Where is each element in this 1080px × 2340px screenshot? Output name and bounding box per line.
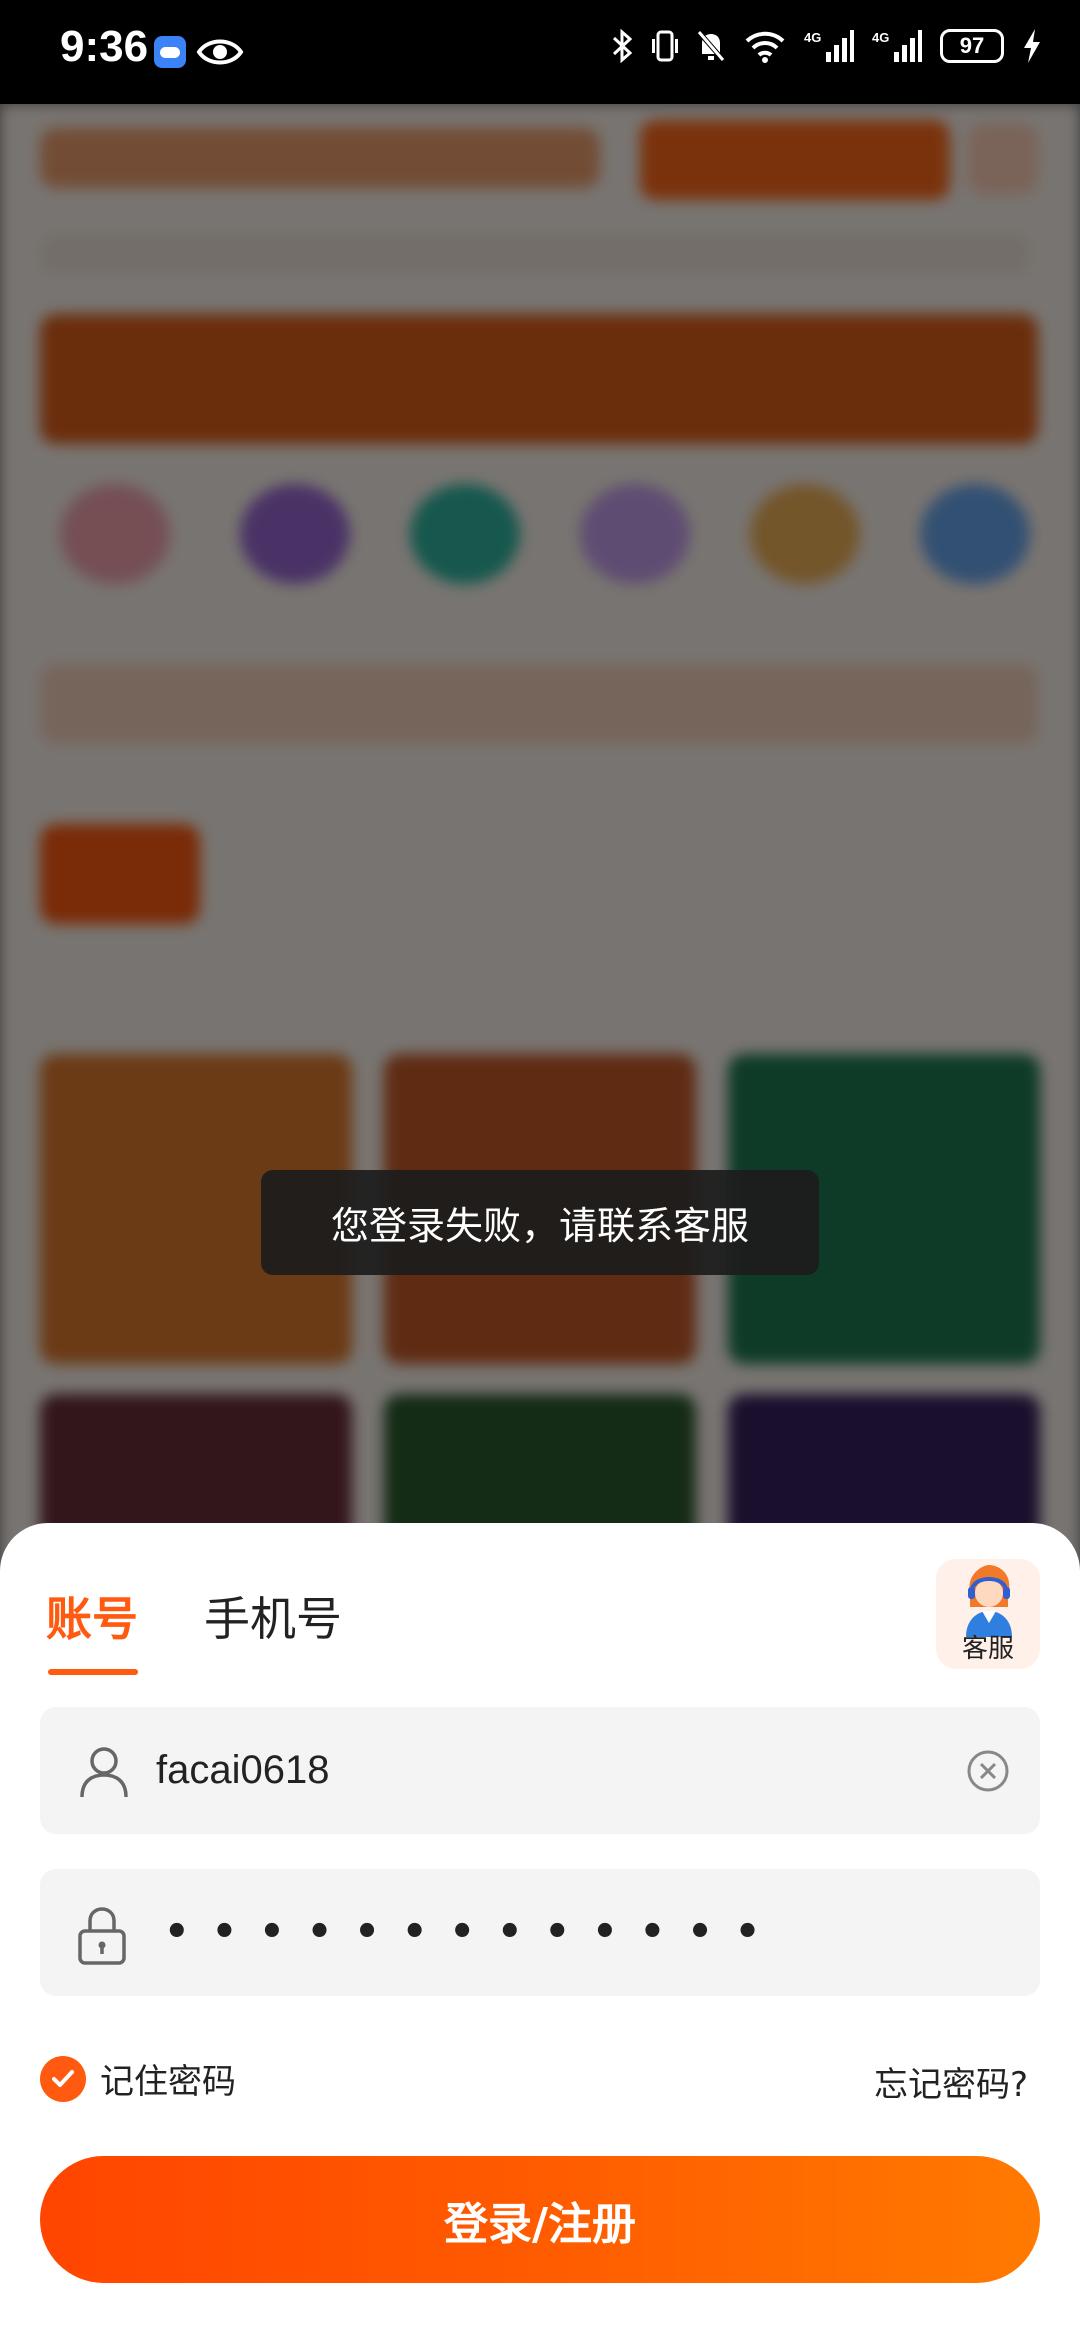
password-field[interactable]: ••••••••••••• [40, 1869, 1040, 1996]
customer-service-label: 客服 [961, 1634, 1014, 1664]
screen: 9:36 4G 4G 97 您登录失败，请联系客服 账号 手机号 客服 faca… [0, 0, 1080, 2340]
svg-text:4G: 4G [804, 30, 821, 45]
login-register-button[interactable]: 登录/注册 [40, 2156, 1040, 2283]
login-sheet: 账号 手机号 客服 facai0618 ••••••••••••• 记住密码 忘… [0, 1523, 1080, 2340]
forgot-password-link[interactable]: 忘记密码? [874, 2057, 1028, 2106]
login-tabs: 账号 手机号 [46, 1583, 342, 1675]
checkbox-checked-icon[interactable] [40, 2055, 86, 2102]
battery-icon: 97 [940, 29, 1004, 63]
tab-phone[interactable]: 手机号 [204, 1583, 342, 1675]
username-value[interactable]: facai0618 [156, 1707, 329, 1834]
status-icons: 4G 4G 97 [612, 28, 1042, 64]
svg-text:4G: 4G [872, 30, 889, 45]
remember-password-toggle[interactable]: 记住密码 [40, 2054, 236, 2103]
signal-4g-icon: 4G [804, 30, 854, 62]
error-toast: 您登录失败，请联系客服 [261, 1170, 819, 1275]
signal-4g-icon: 4G [872, 30, 922, 62]
status-time: 9:36 [60, 22, 149, 71]
password-value[interactable]: ••••••••••••• [164, 1869, 782, 1996]
wifi-icon [745, 31, 785, 63]
customer-service-button[interactable]: 客服 [936, 1559, 1040, 1669]
charging-icon [1024, 29, 1040, 63]
mute-icon [696, 29, 726, 63]
bluetooth-icon [612, 29, 633, 63]
lock-icon [78, 1907, 126, 1965]
cloud-icon [154, 36, 186, 68]
vibrate-icon [652, 30, 678, 62]
tab-account[interactable]: 账号 [46, 1583, 138, 1675]
user-icon [80, 1747, 128, 1798]
clear-icon[interactable] [966, 1749, 1010, 1793]
eye-icon [196, 30, 244, 78]
remember-password-label[interactable]: 记住密码 [100, 2054, 236, 2103]
customer-service-icon [966, 1565, 1012, 1637]
status-bar: 9:36 4G 4G 97 [0, 0, 1080, 104]
username-field[interactable]: facai0618 [40, 1707, 1040, 1834]
